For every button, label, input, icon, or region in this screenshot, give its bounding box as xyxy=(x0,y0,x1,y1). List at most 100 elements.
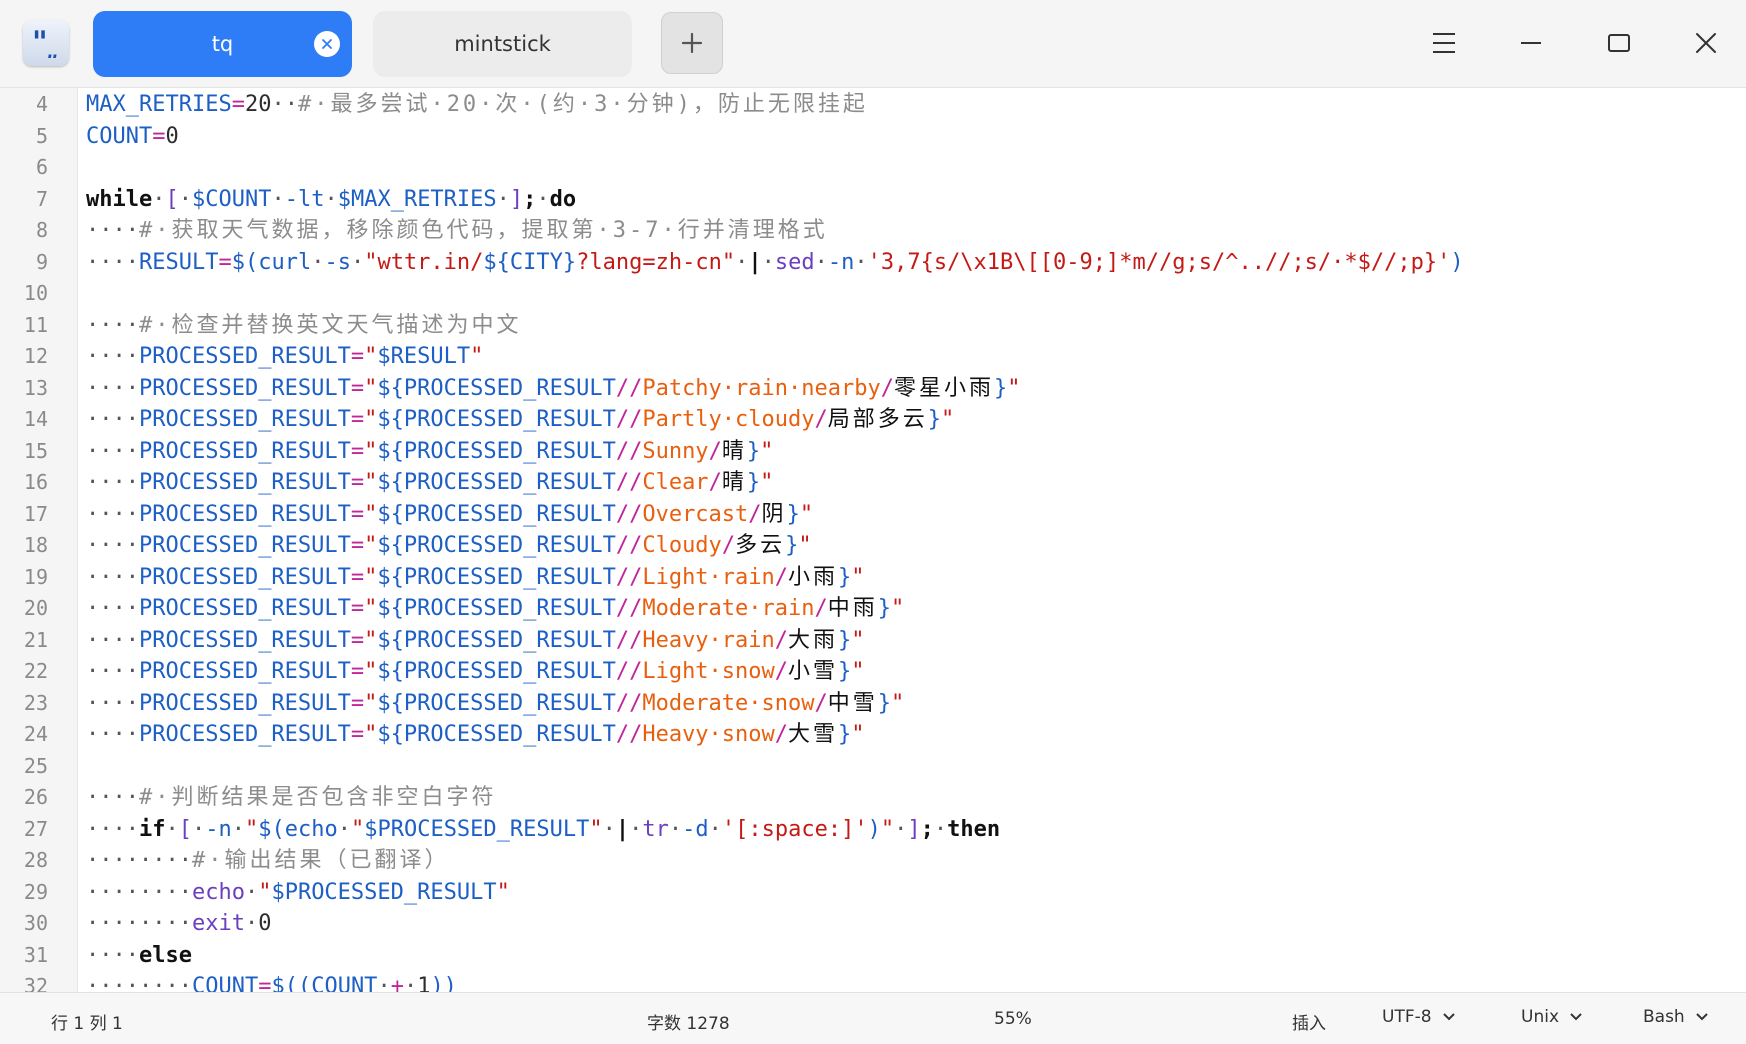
code-line[interactable]: ····#·判断结果是否包含非空白字符 xyxy=(86,782,496,814)
code-token: ···· xyxy=(86,375,139,401)
line-ending-selector[interactable]: Unix xyxy=(1521,1007,1583,1027)
code-token: " xyxy=(364,659,378,684)
line-number: 24 xyxy=(23,722,48,746)
char-count: 字数 1278 xyxy=(647,1014,730,1034)
encoding-selector[interactable]: UTF-8 xyxy=(1382,1007,1456,1027)
code-line[interactable]: ····PROCESSED_RESULT="${PROCESSED_RESULT… xyxy=(86,530,812,562)
code-token: = xyxy=(258,974,272,992)
line-number: 7 xyxy=(35,186,48,211)
code-token: $( xyxy=(258,816,285,842)
code-line[interactable]: ····PROCESSED_RESULT="${PROCESSED_RESULT… xyxy=(86,436,773,468)
cursor-position: 行 1 列 1 xyxy=(51,1014,123,1034)
tab-mintstick[interactable]: mintstick xyxy=(373,11,632,77)
code-token: } xyxy=(746,470,761,495)
code-token: / xyxy=(774,564,789,590)
code-token: 晴 xyxy=(721,438,747,464)
code-token: · xyxy=(536,186,550,212)
code-token: #·检查并替换英文天气描述为中文 xyxy=(138,312,522,338)
minimize-button[interactable] xyxy=(1506,18,1556,68)
code-token: -s xyxy=(324,249,351,275)
code-line[interactable]: MAX_RETRIES=20··#·最多尝试·20·次·(约·3·分钟)，防止无… xyxy=(86,89,868,121)
code-line[interactable]: ········COUNT=$((COUNT·+·1)) xyxy=(86,971,457,992)
code-line[interactable]: ····RESULT=$(curl·-s·"wttr.in/${CITY}?la… xyxy=(86,247,1464,279)
code-line[interactable]: ········exit·0 xyxy=(86,908,271,940)
code-token: · xyxy=(629,816,643,842)
close-window-button[interactable] xyxy=(1681,18,1731,68)
code-token: -n xyxy=(205,816,232,842)
insert-mode[interactable]: 插入 xyxy=(1292,1009,1326,1034)
line-number: 26 xyxy=(23,785,48,809)
code-token: ·· xyxy=(271,92,298,117)
encoding-label: UTF-8 xyxy=(1382,1007,1432,1027)
code-token: [ xyxy=(178,816,192,842)
code-token: while xyxy=(86,186,153,212)
code-token: + xyxy=(390,974,404,992)
code-token: | xyxy=(748,249,762,275)
code-line[interactable]: ····else xyxy=(86,940,192,972)
code-token: " xyxy=(364,596,378,621)
code-line[interactable]: ····PROCESSED_RESULT="${PROCESSED_RESULT… xyxy=(86,688,904,720)
line-number: 27 xyxy=(23,816,48,841)
code-token: " xyxy=(364,533,378,558)
code-token: = xyxy=(350,375,365,401)
code-token: ${CITY} xyxy=(483,249,577,275)
code-line[interactable]: ····PROCESSED_RESULT="${PROCESSED_RESULT… xyxy=(86,656,865,688)
code-line[interactable]: ····PROCESSED_RESULT="${PROCESSED_RESULT… xyxy=(86,593,904,625)
code-line[interactable]: ····PROCESSED_RESULT="${PROCESSED_RESULT… xyxy=(86,499,813,531)
code-token: = xyxy=(350,438,365,464)
code-token: 0 xyxy=(165,123,179,149)
code-token: ···· xyxy=(86,690,139,716)
code-token: ; xyxy=(523,186,537,212)
code-token: | xyxy=(615,816,630,842)
code-token: = xyxy=(152,123,166,149)
code-line[interactable]: ····if·[·-n·"$(echo·"$PROCESSED_RESULT"·… xyxy=(86,814,1000,846)
code-token: COUNT xyxy=(191,974,259,992)
code-token: $PROCESSED_RESULT xyxy=(364,816,590,842)
code-line[interactable]: ····PROCESSED_RESULT="$RESULT" xyxy=(86,341,483,373)
line-number: 14 xyxy=(23,407,48,431)
code-line[interactable]: ····PROCESSED_RESULT="${PROCESSED_RESULT… xyxy=(86,467,773,499)
code-token: ···· xyxy=(86,564,139,590)
code-line[interactable]: ····PROCESSED_RESULT="${PROCESSED_RESULT… xyxy=(86,373,1021,405)
code-token: · xyxy=(708,816,722,842)
code-editor[interactable]: 4 MAX_RETRIES=20··#·最多尝试·20·次·(约·3·分钟)，防止… xyxy=(0,88,1746,992)
code-line[interactable]: ····PROCESSED_RESULT="${PROCESSED_RESULT… xyxy=(86,719,865,751)
code-token: tr xyxy=(642,816,669,842)
add-tab-button[interactable] xyxy=(661,12,723,74)
code-token: $COUNT xyxy=(191,186,272,212)
code-token: ; xyxy=(920,816,934,842)
code-token: · xyxy=(403,974,418,992)
code-token: Cloudy xyxy=(642,533,722,558)
code-token: = xyxy=(218,249,232,275)
language-selector[interactable]: Bash xyxy=(1643,1007,1709,1027)
code-token: ···· xyxy=(86,627,139,653)
code-token: ${PROCESSED_RESULT xyxy=(377,533,616,558)
code-line[interactable]: ····PROCESSED_RESULT="${PROCESSED_RESULT… xyxy=(86,562,865,594)
code-token: " xyxy=(470,344,484,369)
code-line[interactable]: ········echo·"$PROCESSED_RESULT" xyxy=(86,877,510,909)
code-token: 局部多云 xyxy=(827,407,928,432)
code-token: " xyxy=(941,407,955,432)
code-line[interactable]: ····#·检查并替换英文天气描述为中文 xyxy=(86,310,521,342)
code-token: PROCESSED_RESULT xyxy=(138,659,351,684)
code-token: = xyxy=(350,501,365,527)
tab-tq[interactable]: tq xyxy=(93,11,352,77)
app-logo-icon[interactable]: " „ xyxy=(23,20,69,66)
code-line[interactable]: COUNT=0 xyxy=(86,121,179,153)
plus-icon xyxy=(681,32,703,54)
code-line[interactable]: ········#·输出结果（已翻译） xyxy=(86,845,449,877)
code-line[interactable]: while·[·$COUNT·-lt·$MAX_RETRIES·];·do xyxy=(86,184,576,216)
menu-button[interactable] xyxy=(1419,18,1469,68)
maximize-button[interactable] xyxy=(1594,18,1644,68)
code-token: curl xyxy=(258,249,312,275)
code-token: = xyxy=(350,564,365,590)
close-tab-icon[interactable] xyxy=(314,31,340,57)
code-token: 大雨 xyxy=(788,627,839,653)
code-line[interactable]: ····PROCESSED_RESULT="${PROCESSED_RESULT… xyxy=(86,404,954,436)
zoom-level[interactable]: 55% xyxy=(994,1009,1032,1029)
code-token: ${PROCESSED_RESULT xyxy=(377,722,616,747)
code-line[interactable]: ····#·获取天气数据，移除颜色代码，提取第·3-7·行并清理格式 xyxy=(86,215,828,247)
code-line[interactable]: ····PROCESSED_RESULT="${PROCESSED_RESULT… xyxy=(86,625,865,657)
code-token: echo xyxy=(284,816,338,842)
code-token: ${PROCESSED_RESULT xyxy=(377,659,616,684)
